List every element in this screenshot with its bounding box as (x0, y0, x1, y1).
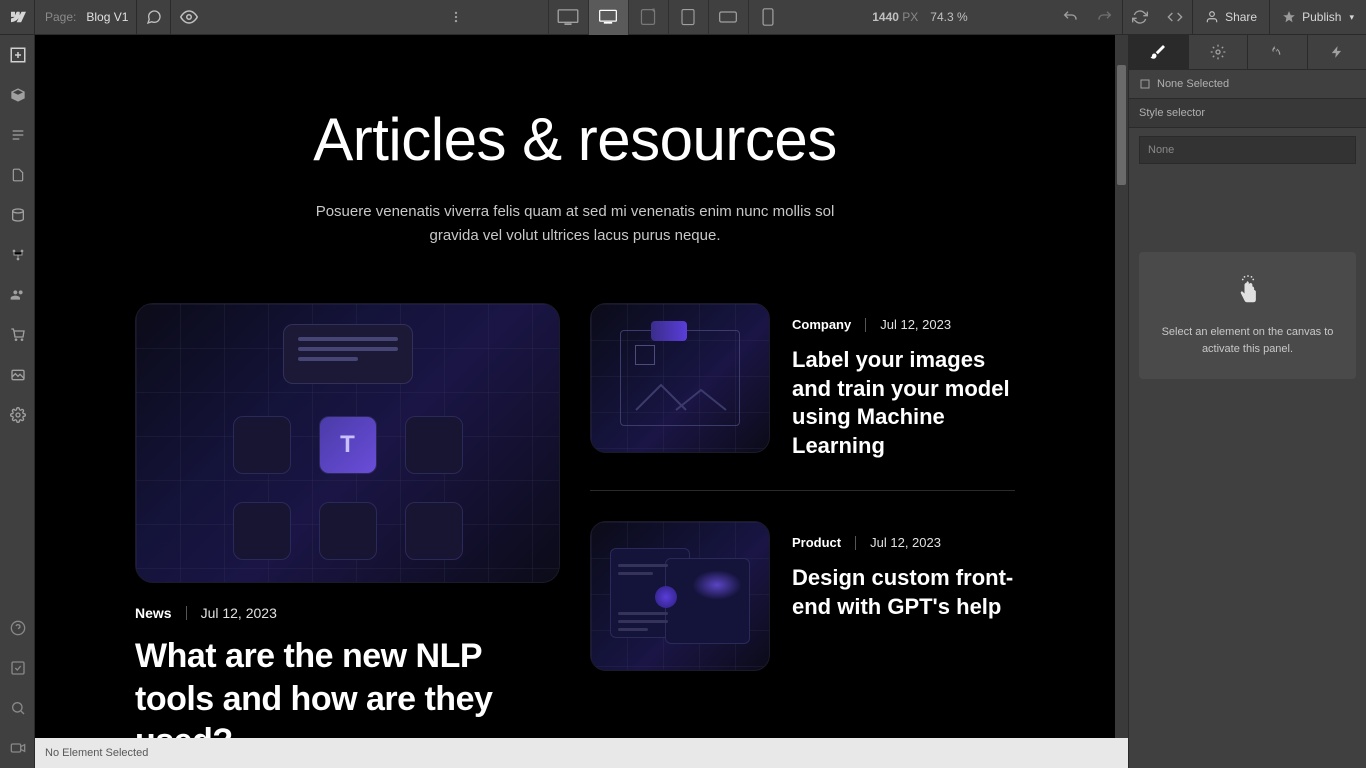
article-image (590, 521, 770, 671)
breakpoints (548, 0, 788, 35)
breakpoint-tablet-new[interactable] (628, 0, 668, 35)
featured-date: Jul 12, 2023 (201, 605, 277, 621)
article-date: Jul 12, 2023 (870, 535, 941, 550)
file-icon[interactable] (0, 155, 35, 195)
article-category: Company (792, 317, 851, 332)
article-date: Jul 12, 2023 (880, 317, 951, 332)
article-image (590, 303, 770, 453)
page-heading: Articles & resources (135, 105, 1015, 174)
featured-category: News (135, 605, 172, 621)
undo-icon[interactable] (1052, 0, 1087, 35)
article-title: Label your images and train your model u… (792, 346, 1015, 460)
redo-icon[interactable] (1087, 0, 1122, 35)
page-label: Page: (35, 10, 86, 24)
comments-icon[interactable] (136, 0, 171, 35)
breakpoint-mobile[interactable] (748, 0, 788, 35)
design-canvas[interactable]: Articles & resources Posuere venenatis v… (35, 35, 1115, 738)
breakpoint-mobile-landscape[interactable] (708, 0, 748, 35)
preview-icon[interactable] (171, 0, 206, 35)
style-selector-input[interactable]: None (1139, 136, 1356, 164)
breakpoint-xl[interactable] (548, 0, 588, 35)
canvas-size: 1440 PX 74.3 % (862, 10, 977, 24)
selector-section: None Selected (1129, 70, 1366, 99)
canvas-area: Articles & resources Posuere venenatis v… (35, 35, 1128, 738)
interactions-tab-icon[interactable] (1248, 35, 1308, 69)
article-row[interactable]: Product Jul 12, 2023 Design custom front… (590, 521, 1015, 671)
help-icon[interactable] (0, 608, 35, 648)
top-bar: Page: Blog V1 1440 PX 74.3 % Share Publi… (0, 0, 1366, 35)
breadcrumb-bar: No Element Selected (35, 738, 1128, 768)
style-selector-label: Style selector (1129, 99, 1366, 128)
search-icon[interactable] (0, 688, 35, 728)
effects-tab-icon[interactable] (1308, 35, 1366, 69)
navigator-icon[interactable] (0, 75, 35, 115)
empty-state-card: Select an element on the canvas to activ… (1139, 252, 1356, 379)
featured-article[interactable]: T News Jul 12, 2023 What are the new NLP… (135, 303, 560, 738)
article-title: Design custom front-end with GPT's help (792, 564, 1015, 621)
left-toolbar (0, 35, 35, 768)
add-element-icon[interactable] (0, 35, 35, 75)
style-tab-icon[interactable] (1129, 35, 1189, 69)
code-icon[interactable] (1157, 0, 1192, 35)
assets-icon[interactable] (0, 355, 35, 395)
breakpoint-tablet[interactable] (668, 0, 708, 35)
webflow-logo[interactable] (0, 0, 35, 35)
settings-tab-icon[interactable] (1189, 35, 1249, 69)
cms-icon[interactable] (0, 195, 35, 235)
tile-letter: T (319, 416, 377, 474)
video-icon[interactable] (0, 728, 35, 768)
featured-title: What are the new NLP tools and how are t… (135, 635, 560, 738)
pointer-icon (1234, 274, 1262, 306)
settings-icon[interactable] (0, 395, 35, 435)
featured-image: T (135, 303, 560, 583)
publish-button[interactable]: Publish (1269, 0, 1366, 35)
right-panel: None Selected Style selector None Select… (1128, 35, 1366, 768)
selection-status: No Element Selected (45, 747, 148, 759)
share-button[interactable]: Share (1192, 0, 1269, 35)
pages-icon[interactable] (0, 115, 35, 155)
refresh-icon[interactable] (1122, 0, 1157, 35)
page-name[interactable]: Blog V1 (86, 10, 128, 24)
ecommerce-icon[interactable] (0, 315, 35, 355)
canvas-scrollbar[interactable] (1115, 35, 1128, 738)
users-icon[interactable] (0, 275, 35, 315)
article-row[interactable]: Company Jul 12, 2023 Label your images a… (590, 303, 1015, 491)
audit-icon[interactable] (0, 648, 35, 688)
breakpoint-desktop[interactable] (588, 0, 628, 35)
page-subtitle: Posuere venenatis viverra felis quam at … (295, 200, 855, 248)
breakpoint-menu-icon[interactable] (438, 0, 473, 35)
article-category: Product (792, 535, 841, 550)
logic-icon[interactable] (0, 235, 35, 275)
